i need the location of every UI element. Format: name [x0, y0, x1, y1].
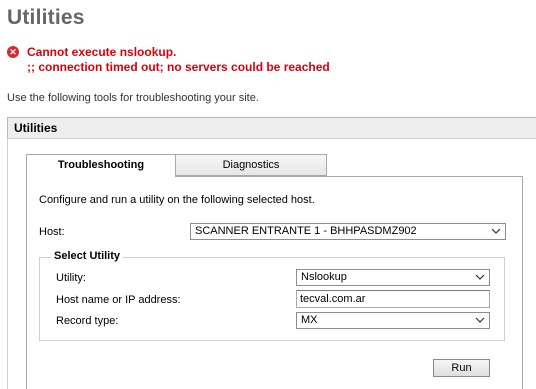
select-utility-legend: Select Utility: [51, 250, 124, 262]
run-button[interactable]: Run: [433, 359, 490, 377]
chevron-down-icon: [475, 270, 485, 285]
utility-label: Utility:: [56, 272, 86, 284]
tab-troubleshooting[interactable]: Troubleshooting: [26, 154, 176, 177]
record-type-select[interactable]: MX: [296, 312, 490, 329]
chevron-down-icon: [475, 313, 485, 328]
chevron-down-icon: [491, 224, 501, 239]
utility-select-value: Nslookup: [301, 271, 347, 283]
utility-select[interactable]: Nslookup: [296, 269, 490, 286]
intro-text: Use the following tools for troubleshoot…: [7, 92, 259, 104]
host-select[interactable]: SCANNER ENTRANTE 1 - BHHPASDMZ902: [190, 223, 506, 240]
record-type-select-value: MX: [301, 314, 318, 326]
record-type-label: Record type:: [56, 315, 119, 327]
error-icon: ✕: [7, 46, 19, 58]
section-title: Utilities: [14, 121, 58, 135]
section-header: Utilities: [7, 117, 536, 139]
host-select-value: SCANNER ENTRANTE 1 - BHHPASDMZ902: [195, 225, 417, 237]
error-message-line1: Cannot execute nslookup.: [27, 45, 177, 59]
hostname-label: Host name or IP address:: [56, 294, 181, 306]
error-message-line2: ;; connection timed out; no servers coul…: [27, 60, 330, 74]
page-title: Utilities: [7, 6, 85, 29]
panel-description: Configure and run a utility on the follo…: [39, 194, 315, 206]
host-label: Host:: [39, 226, 65, 238]
tab-diagnostics[interactable]: Diagnostics: [176, 154, 327, 176]
hostname-input[interactable]: tecval.com.ar: [296, 290, 490, 308]
